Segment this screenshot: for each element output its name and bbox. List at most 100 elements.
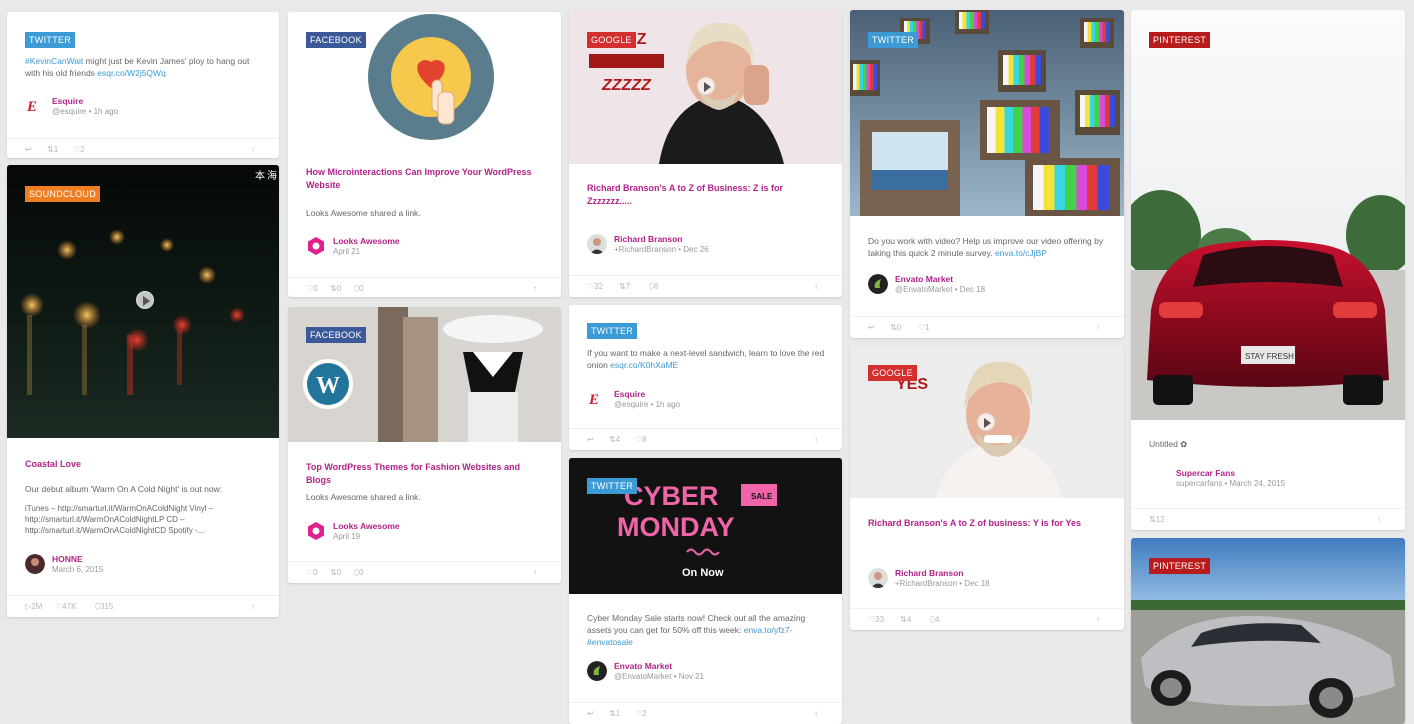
author-name[interactable]: Richard Branson — [614, 234, 683, 244]
post-title[interactable]: Richard Branson's A to Z of Business: Z … — [587, 182, 827, 208]
author-name[interactable]: Esquire — [52, 96, 83, 106]
author-block[interactable]: Looks Awesome April 21 — [306, 236, 506, 262]
post-card-google-branson-y[interactable]: YES GOOGLE Richard Branson's A to Z of b… — [850, 345, 1124, 630]
hashtag-link[interactable]: #envatosale — [587, 637, 633, 647]
author-block[interactable]: Supercar Fans supercarfans • March 24, 2… — [1176, 468, 1376, 494]
share-stat[interactable]: ⇅7 — [619, 282, 630, 291]
post-card-twitter-envato-survey[interactable]: TWITTER Do you work with video? Help us … — [850, 10, 1124, 338]
play-button[interactable] — [977, 413, 995, 431]
reply-icon[interactable]: ↩ — [587, 709, 594, 718]
post-image[interactable]: 本海 — [7, 165, 279, 438]
like-stat[interactable]: ♡8 — [635, 435, 647, 444]
repin-stat[interactable]: ⇅12 — [1149, 515, 1165, 524]
share-icon[interactable]: ↑ — [814, 709, 818, 718]
share-icon[interactable]: ↑ — [251, 602, 255, 611]
author-block[interactable]: Richard Branson +RichardBranson • Dec 26 — [587, 234, 787, 260]
post-card-twitter-envato-cyber-monday[interactable]: CYBER SALE MONDAY On Now TWITTER Cyber M… — [569, 458, 842, 724]
author-block[interactable]: Envato Market @EnvatoMarket • Nov 21 — [587, 661, 787, 687]
comment-stat[interactable]: ⬯315 — [95, 602, 113, 612]
comment-stat[interactable]: ⬯0 — [354, 568, 363, 578]
like-count: 33 — [875, 615, 885, 624]
author-name[interactable]: Envato Market — [895, 274, 953, 284]
comment-stat[interactable]: ⬯4 — [930, 615, 939, 625]
author-block[interactable]: E Esquire @esquire • 1h ago — [587, 389, 787, 415]
author-block[interactable]: Looks Awesome April 19 — [306, 521, 506, 547]
share-icon[interactable]: ↑ — [533, 284, 537, 293]
author-name[interactable]: Richard Branson — [895, 568, 964, 578]
share-stat[interactable]: ⇅0 — [330, 284, 341, 293]
post-card-pinterest-supercar-silver[interactable]: PINTEREST — [1131, 538, 1405, 724]
retweet-icon: ⇅ — [890, 323, 897, 332]
like-stat[interactable]: ♡1 — [918, 323, 930, 332]
reply-icon[interactable]: ↩ — [25, 145, 32, 154]
post-card-facebook-microinteractions[interactable]: FACEBOOK How Microinteractions Can Impro… — [288, 12, 561, 297]
author-name[interactable]: HONNE — [52, 554, 83, 564]
tweet-link[interactable]: esqr.co/W2j5QWq — [97, 68, 166, 78]
esquire-logo-icon: E — [26, 99, 37, 115]
share-count-icon: ⇅ — [330, 568, 337, 577]
post-title[interactable]: Top WordPress Themes for Fashion Website… — [306, 461, 546, 487]
author-name[interactable]: Looks Awesome — [333, 236, 400, 246]
author-name[interactable]: Envato Market — [614, 661, 672, 671]
author-name[interactable]: Esquire — [614, 389, 645, 399]
like-count: 32 — [594, 282, 604, 291]
like-stat[interactable]: ♡2 — [635, 709, 647, 718]
share-count-icon: ⇅ — [619, 282, 626, 291]
post-card-twitter-esquire-1[interactable]: TWITTER #KevinCanWait might just be Kevi… — [7, 12, 279, 158]
share-icon[interactable]: ↑ — [814, 435, 818, 444]
play-button[interactable] — [697, 77, 715, 95]
envato-logo-icon — [587, 661, 607, 681]
banner-sale: SALE — [751, 492, 773, 501]
post-card-google-branson-z[interactable]: A TO Z ZZZZZ GOOGLE Richard Branson's A … — [569, 10, 842, 297]
retweet-stat[interactable]: ⇅1 — [47, 145, 58, 154]
play-button[interactable] — [136, 291, 154, 309]
author-meta: supercarfans • March 24, 2015 — [1176, 479, 1286, 488]
red-supercar-image: STAY FRESH — [1131, 10, 1405, 420]
post-card-facebook-fashion-themes[interactable]: W FACEBOOK Top WordPress Themes for Fash… — [288, 307, 561, 583]
share-stat[interactable]: ⇅0 — [330, 568, 341, 577]
post-title[interactable]: Coastal Love — [25, 458, 265, 471]
share-icon[interactable]: ↑ — [1096, 323, 1100, 332]
hashtag-link[interactable]: #KevinCanWait — [25, 56, 83, 66]
share-stat[interactable]: ⇅4 — [900, 615, 911, 624]
like-stat[interactable]: ♡0 — [306, 568, 318, 577]
like-stat[interactable]: ♡2 — [73, 145, 85, 154]
post-title[interactable]: How Microinteractions Can Improve Your W… — [306, 166, 536, 192]
post-card-soundcloud-honne[interactable]: 本海 SOUNDCLOUD Coastal Love Our debut alb… — [7, 165, 279, 617]
author-block[interactable]: E Esquire @esquire • 1h ago — [25, 96, 225, 122]
source-badge: GOOGLE — [587, 32, 636, 48]
retweet-count: 4 — [615, 435, 621, 444]
comment-stat[interactable]: ⬯0 — [354, 284, 363, 294]
like-stat[interactable]: ♡47K — [55, 602, 76, 611]
post-image[interactable]: STAY FRESH — [1131, 10, 1405, 420]
card-footer: ♡0 ⇅0 ⬯0 ↑ — [288, 561, 561, 583]
share-icon[interactable]: ↑ — [533, 568, 537, 577]
reply-icon[interactable]: ↩ — [868, 323, 875, 332]
comment-stat[interactable]: ⬯6 — [649, 282, 658, 292]
retweet-stat[interactable]: ⇅4 — [609, 435, 620, 444]
like-count: 2 — [642, 709, 647, 718]
like-stat[interactable]: ♡33 — [868, 615, 884, 624]
like-stat[interactable]: ♡0 — [306, 284, 318, 293]
tweet-link[interactable]: enva.to/yfz7- — [744, 625, 793, 635]
like-stat[interactable]: ♡32 — [587, 282, 603, 291]
share-icon[interactable]: ↑ — [1377, 515, 1381, 524]
author-block[interactable]: Richard Branson +RichardBranson • Dec 18 — [868, 568, 1068, 594]
source-badge: TWITTER — [868, 32, 919, 48]
like-count: 8 — [642, 435, 647, 444]
retweet-stat[interactable]: ⇅0 — [890, 323, 901, 332]
share-icon[interactable]: ↑ — [251, 145, 255, 154]
reply-icon[interactable]: ↩ — [587, 435, 594, 444]
share-icon[interactable]: ↑ — [814, 282, 818, 291]
author-block[interactable]: Envato Market @EnvatoMarket • Dec 18 — [868, 274, 1068, 300]
author-block[interactable]: HONNE March 6, 2015 — [25, 554, 225, 580]
author-name[interactable]: Supercar Fans — [1176, 468, 1235, 478]
author-name[interactable]: Looks Awesome — [333, 521, 400, 531]
post-title[interactable]: Richard Branson's A to Z of business: Y … — [868, 517, 1108, 530]
post-card-twitter-esquire-2[interactable]: TWITTER If you want to make a next-level… — [569, 305, 842, 450]
retweet-stat[interactable]: ⇅1 — [609, 709, 620, 718]
tweet-link[interactable]: esqr.co/K0hXaME — [610, 360, 678, 370]
tweet-link[interactable]: enva.to/cJjBP — [995, 248, 1047, 258]
share-icon[interactable]: ↑ — [1096, 615, 1100, 624]
post-card-pinterest-supercar-red[interactable]: STAY FRESH PINTEREST Untitled ✿ Supercar… — [1131, 10, 1405, 530]
